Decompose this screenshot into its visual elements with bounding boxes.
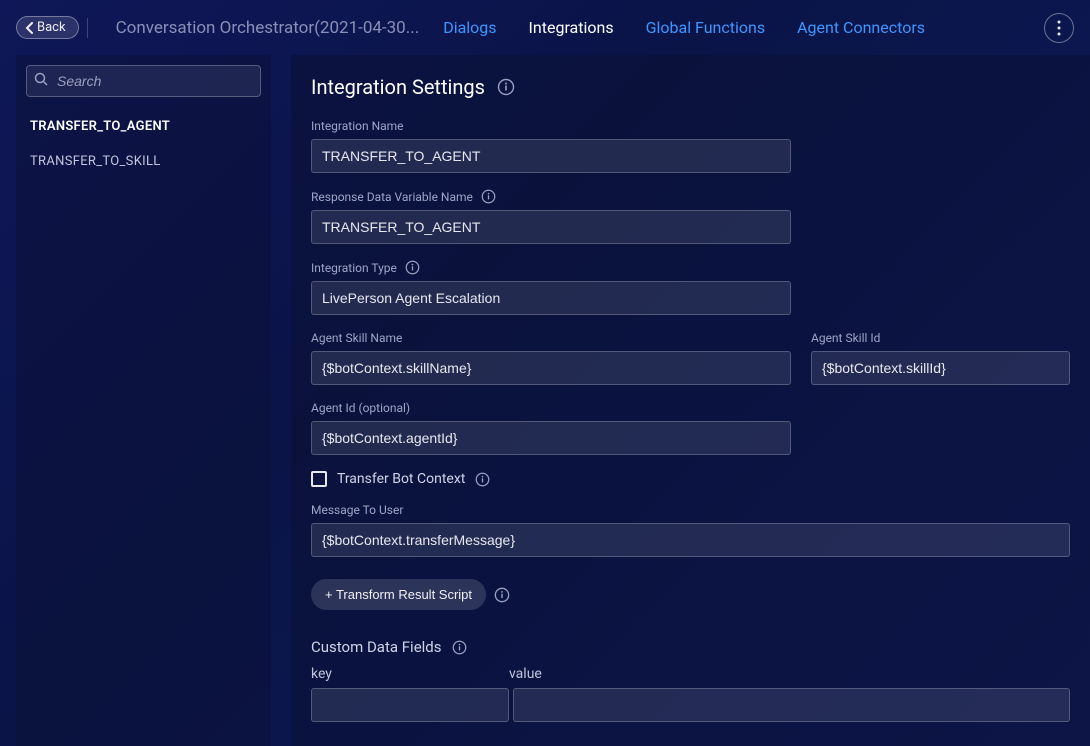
info-icon[interactable] [452,640,467,655]
custom-field-key-input[interactable] [311,688,509,722]
agent-skill-id-field[interactable] [811,351,1070,385]
agent-skill-name-field[interactable] [311,351,791,385]
tab-dialogs[interactable]: Dialogs [443,18,496,37]
transfer-context-checkbox[interactable] [311,471,327,487]
tab-agent-connectors[interactable]: Agent Connectors [797,18,925,37]
integration-type-field[interactable] [311,281,791,315]
more-menu-button[interactable] [1044,13,1074,43]
message-to-user-field[interactable] [311,523,1070,557]
tab-global-functions[interactable]: Global Functions [646,18,766,37]
info-icon[interactable] [481,189,496,204]
integration-type-label: Integration Type [311,261,397,275]
more-vertical-icon [1057,20,1061,36]
main-panel: Integration Settings Integration Name Re… [291,55,1090,746]
key-header: key [311,666,409,682]
agent-id-label: Agent Id (optional) [311,401,791,415]
info-icon[interactable] [405,260,420,275]
custom-data-fields-label: Custom Data Fields [311,638,442,656]
sidebar-item-transfer-to-skill[interactable]: TRANSFER_TO_SKILL [26,144,261,179]
info-icon[interactable] [497,78,515,96]
message-to-user-label: Message To User [311,503,1070,517]
back-label: Back [37,20,66,35]
nav-tabs: Dialogs Integrations Global Functions Ag… [443,18,925,37]
value-header: value [509,666,542,682]
divider [87,18,88,38]
info-icon[interactable] [475,472,490,487]
response-var-label: Response Data Variable Name [311,190,473,204]
search-input[interactable] [26,65,261,97]
back-button[interactable]: Back [16,16,79,39]
page-title: Integration Settings [311,75,485,99]
sidebar-item-transfer-to-agent[interactable]: TRANSFER_TO_AGENT [26,109,261,144]
chevron-left-icon [25,22,35,34]
integration-name-label: Integration Name [311,119,791,133]
agent-skill-name-label: Agent Skill Name [311,331,791,345]
sidebar: TRANSFER_TO_AGENT TRANSFER_TO_SKILL [16,55,271,746]
breadcrumb-title: Conversation Orchestrator(2021-04-30... [116,18,420,38]
transform-result-script-button[interactable]: + Transform Result Script [311,579,486,610]
info-icon[interactable] [494,587,510,603]
integration-name-field[interactable] [311,139,791,173]
agent-skill-id-label: Agent Skill Id [811,331,1070,345]
custom-field-value-input[interactable] [513,688,1070,722]
transfer-context-label: Transfer Bot Context [337,471,465,487]
response-var-field[interactable] [311,210,791,244]
search-icon [34,72,48,90]
tab-integrations[interactable]: Integrations [529,18,614,37]
agent-id-field[interactable] [311,421,791,455]
